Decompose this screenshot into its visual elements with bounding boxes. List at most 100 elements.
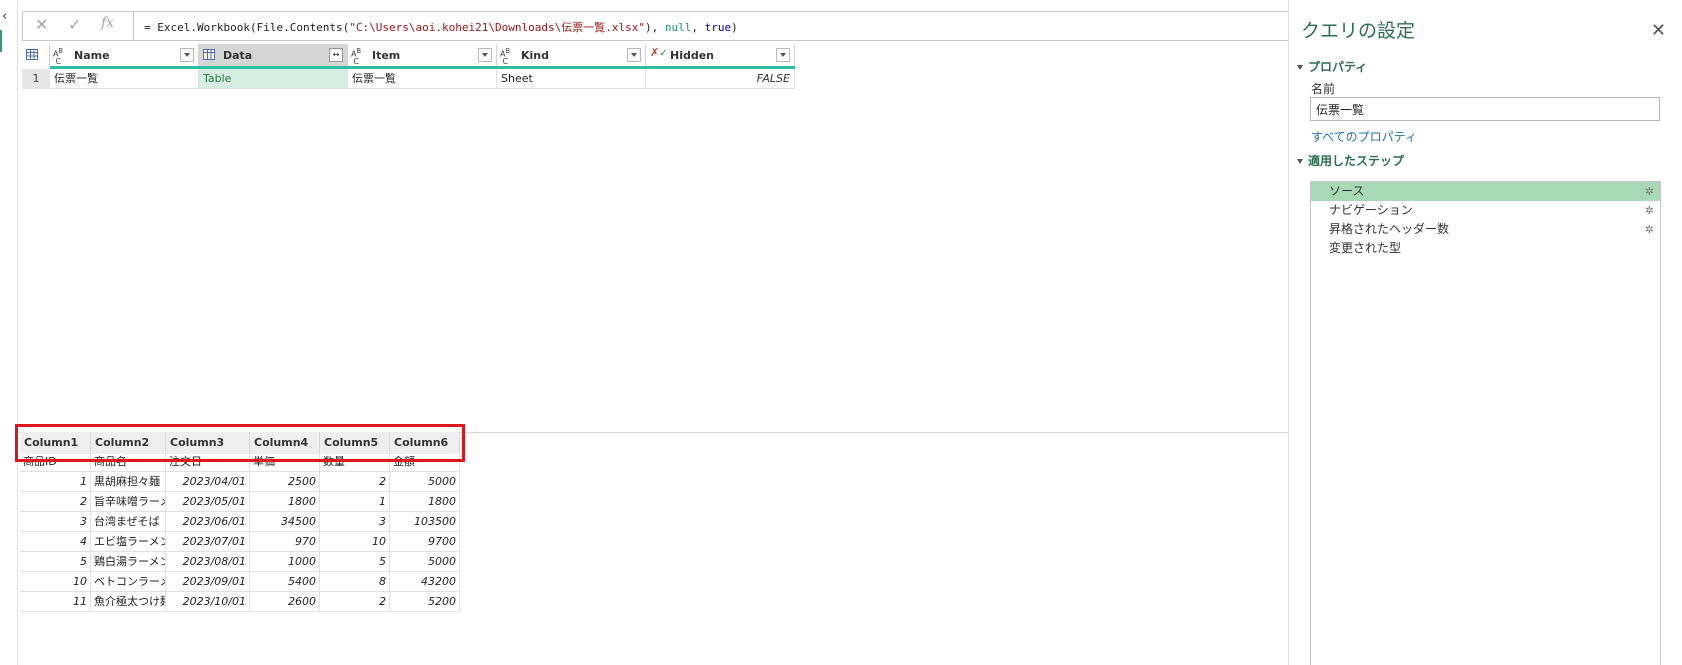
preview-cell: 5000 bbox=[390, 552, 460, 572]
formula-bar: ✕ ✓ fx = Excel.Workbook(File.Contents("C… bbox=[22, 11, 1378, 41]
applied-steps-header: 適用したステップ bbox=[1308, 154, 1405, 168]
collapse-triangle-icon bbox=[1297, 159, 1303, 164]
formula-null: null bbox=[664, 21, 692, 34]
queries-pane-indicator bbox=[0, 30, 2, 52]
preview-cell: 5 bbox=[20, 552, 91, 572]
text-type-icon[interactable]: AB C bbox=[500, 48, 510, 66]
cell-hidden[interactable]: FALSE bbox=[646, 69, 795, 89]
column-header-data[interactable]: Data ↔ bbox=[199, 44, 348, 66]
preview-cell: 2 bbox=[20, 492, 91, 512]
preview-cell: 5 bbox=[320, 552, 390, 572]
preview-cell: 魚介極太つけ麺 bbox=[91, 592, 166, 612]
column-header-hidden[interactable]: ✗✓ Hidden bbox=[646, 44, 795, 66]
preview-cell: 5000 bbox=[390, 472, 460, 492]
table-menu-button[interactable] bbox=[22, 44, 50, 66]
preview-cell: 2023/04/01 bbox=[166, 472, 250, 492]
column-header-name[interactable]: AB C Name bbox=[50, 44, 199, 66]
preview-cell: 1800 bbox=[390, 492, 460, 512]
preview-cell: 2023/08/01 bbox=[166, 552, 250, 572]
applied-step[interactable]: ナビゲーション ✲ bbox=[1311, 201, 1660, 220]
applied-step-label: ソース bbox=[1329, 184, 1365, 198]
preview-cell: 2500 bbox=[250, 472, 320, 492]
cell-kind[interactable]: Sheet bbox=[497, 69, 646, 89]
preview-cell: 9700 bbox=[390, 532, 460, 552]
preview-cell: 2 bbox=[320, 472, 390, 492]
all-properties-link[interactable]: すべてのプロパティ bbox=[1311, 128, 1417, 145]
preview-cell: 1 bbox=[320, 492, 390, 512]
formula-comma: , bbox=[691, 21, 705, 34]
fx-icon[interactable]: fx bbox=[101, 15, 114, 31]
applied-steps-list: ソース ✲ ナビゲーション ✲ 昇格されたヘッダー数 ✲ 変更された型 bbox=[1310, 181, 1661, 665]
gear-icon[interactable]: ✲ bbox=[1645, 182, 1654, 201]
row-number[interactable]: 1 bbox=[22, 69, 50, 89]
preview-cell: 103500 bbox=[390, 512, 460, 532]
formula-buttons: ✕ ✓ fx bbox=[23, 12, 134, 40]
preview-cell: 5200 bbox=[390, 592, 460, 612]
preview-cell: 1 bbox=[20, 472, 91, 492]
formula-path: "C:\Users\aoi.kohei21\Downloads\伝票一覧.xls… bbox=[349, 21, 645, 34]
preview-cell: 10 bbox=[20, 572, 91, 592]
preview-cell: 2023/09/01 bbox=[166, 572, 250, 592]
gear-icon[interactable]: ✲ bbox=[1645, 220, 1654, 239]
preview-cell: 4 bbox=[20, 532, 91, 552]
text-type-icon[interactable]: AB C bbox=[53, 48, 63, 66]
expand-columns-icon[interactable]: ↔ bbox=[329, 48, 343, 62]
boolean-type-icon[interactable]: ✗✓ bbox=[650, 46, 668, 59]
applied-step[interactable]: 昇格されたヘッダー数 ✲ bbox=[1311, 220, 1660, 239]
close-icon[interactable]: ✕ bbox=[1651, 20, 1666, 41]
cancel-icon[interactable]: ✕ bbox=[35, 15, 48, 34]
table-icon bbox=[26, 49, 38, 60]
formula-text[interactable]: = Excel.Workbook(File.Contents("C:\Users… bbox=[144, 19, 738, 35]
preview-cell: 2023/10/01 bbox=[166, 592, 250, 612]
formula-prefix: = Excel.Workbook(File.Contents( bbox=[144, 21, 350, 34]
properties-section[interactable]: プロパティ bbox=[1297, 58, 1367, 75]
formula-suffix: ) bbox=[731, 21, 738, 34]
preview-cell: エビ塩ラーメン bbox=[91, 532, 166, 552]
highlight-box bbox=[15, 424, 465, 462]
column-header-label: Kind bbox=[521, 49, 549, 62]
filter-dropdown-icon[interactable] bbox=[180, 48, 194, 62]
formula-middle: ), bbox=[644, 21, 665, 34]
confirm-icon[interactable]: ✓ bbox=[68, 15, 81, 34]
preview-cell: 3 bbox=[20, 512, 91, 532]
filter-dropdown-icon[interactable] bbox=[776, 48, 790, 62]
properties-header: プロパティ bbox=[1308, 60, 1368, 74]
preview-cell: 3 bbox=[320, 512, 390, 532]
formula-true: true bbox=[704, 21, 732, 34]
preview-cell: 2600 bbox=[250, 592, 320, 612]
query-settings-title: クエリの設定 bbox=[1301, 20, 1416, 42]
preview-cell: 1000 bbox=[250, 552, 320, 572]
column-header-kind[interactable]: AB C Kind bbox=[497, 44, 646, 66]
applied-steps-section[interactable]: 適用したステップ bbox=[1297, 152, 1404, 169]
filter-dropdown-icon[interactable] bbox=[627, 48, 641, 62]
column-header-label: Hidden bbox=[670, 49, 715, 62]
preview-cell: 1800 bbox=[250, 492, 320, 512]
preview-cell: 黒胡麻担々麺 bbox=[91, 472, 166, 492]
column-header-item[interactable]: AB C Item bbox=[348, 44, 497, 66]
cell-item[interactable]: 伝票一覧 bbox=[348, 69, 497, 89]
applied-step[interactable]: ソース ✲ bbox=[1311, 182, 1660, 201]
text-type-icon[interactable]: AB C bbox=[351, 48, 361, 66]
applied-step-label: ナビゲーション bbox=[1329, 203, 1413, 217]
table-type-icon[interactable] bbox=[203, 49, 217, 61]
preview-cell: 旨辛味噌ラーメン bbox=[91, 492, 166, 512]
preview-cell: 2023/06/01 bbox=[166, 512, 250, 532]
applied-step-label: 変更された型 bbox=[1329, 241, 1402, 255]
filter-dropdown-icon[interactable] bbox=[478, 48, 492, 62]
applied-step-label: 昇格されたヘッダー数 bbox=[1329, 222, 1450, 236]
applied-step[interactable]: 変更された型 bbox=[1311, 239, 1660, 258]
preview-cell: 10 bbox=[320, 532, 390, 552]
preview-cell: 2023/05/01 bbox=[166, 492, 250, 512]
preview-cell: 8 bbox=[320, 572, 390, 592]
gear-icon[interactable]: ✲ bbox=[1645, 201, 1654, 220]
cell-name[interactable]: 伝票一覧 bbox=[50, 69, 199, 89]
preview-cell: 2 bbox=[320, 592, 390, 612]
cell-data-table-link[interactable]: Table bbox=[199, 69, 348, 89]
column-header-label: Item bbox=[372, 49, 401, 62]
preview-cell: ベトコンラーメン bbox=[91, 572, 166, 592]
preview-cell: 鶏白湯ラーメン bbox=[91, 552, 166, 572]
preview-cell: 台湾まぜそば bbox=[91, 512, 166, 532]
name-label: 名前 bbox=[1311, 82, 1336, 96]
expand-queries-icon[interactable]: ‹ bbox=[2, 10, 14, 24]
query-name-field[interactable]: 伝票一覧 bbox=[1310, 97, 1660, 121]
